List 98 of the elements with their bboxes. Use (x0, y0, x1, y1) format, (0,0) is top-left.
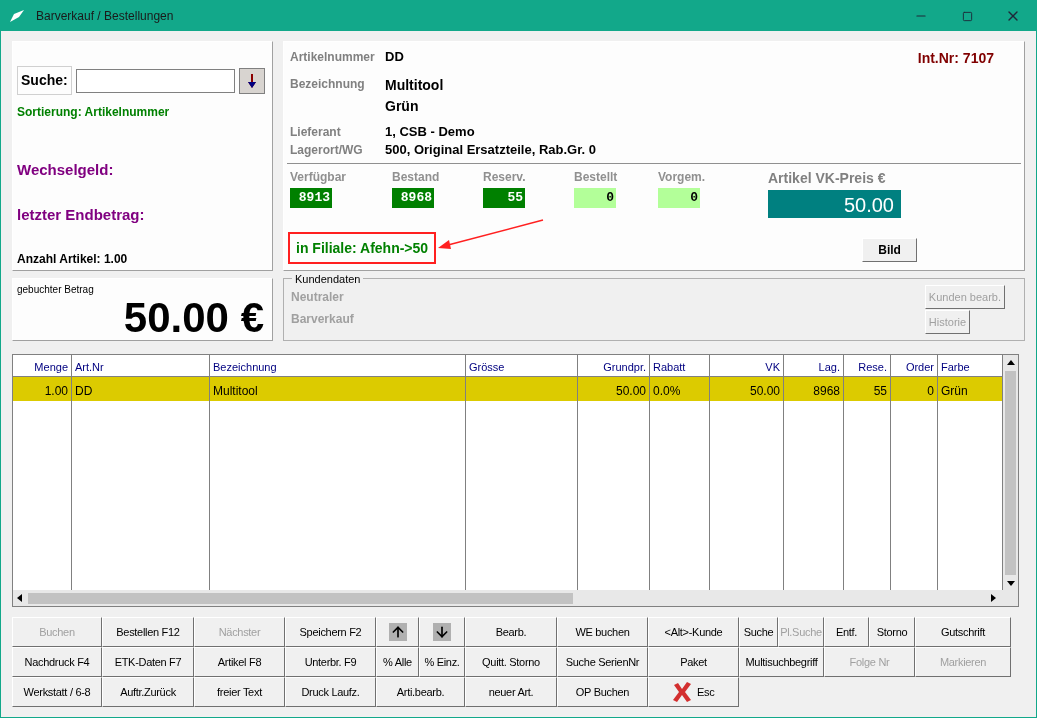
toolbar-button[interactable]: Suche (739, 617, 778, 647)
toolbar-button[interactable]: OP Buchen (557, 677, 648, 707)
toolbar-button[interactable]: WE buchen (557, 617, 648, 647)
column-header[interactable]: Lag. (784, 355, 844, 376)
stock-label: Bestand (392, 169, 441, 186)
scroll-down-icon (1006, 581, 1015, 586)
sort-info: Sortierung: Artikelnummer (17, 104, 171, 121)
scroll-right-icon (991, 594, 996, 602)
column-header[interactable]: Grösse (466, 355, 578, 376)
field-label: Lieferant (290, 124, 342, 141)
customer-line: Barverkauf (291, 311, 355, 328)
toolbar-button[interactable]: Storno (869, 617, 915, 647)
toolbar-button[interactable]: <Alt>-Kunde (648, 617, 739, 647)
vertical-scrollbar[interactable] (1003, 355, 1018, 590)
table-cell: 8968 (784, 377, 844, 401)
price-value: 50.00 (768, 190, 901, 218)
last-total-label: letzter Endbetrag: (17, 204, 146, 225)
table-cell: 55 (844, 377, 891, 401)
column-header[interactable]: Rabatt (650, 355, 710, 376)
column-header[interactable]: Order (891, 355, 938, 376)
toolbar-button[interactable]: Multisuchbegriff (739, 647, 824, 677)
cross-icon (671, 681, 693, 703)
toolbar-button[interactable]: Arti.bearb. (376, 677, 465, 707)
change-label: Wechselgeld: (17, 160, 115, 180)
table-cell: Multitool (210, 377, 466, 401)
toolbar-button[interactable]: Auftr.Zurück (102, 677, 194, 707)
move-up-button[interactable] (376, 617, 419, 647)
stock-label: Bestellt (574, 169, 619, 186)
toolbar-button[interactable]: Unterbr. F9 (285, 647, 376, 677)
table-cell: 0 (891, 377, 938, 401)
column-header[interactable]: Grundpr. (578, 355, 650, 376)
customer-line: Neutraler (291, 289, 345, 306)
search-label: Suche: (17, 66, 72, 95)
booked-label: gebuchter Betrag (17, 283, 95, 297)
field-value: DD (385, 48, 404, 65)
toolbar-button[interactable]: Druck Laufz. (285, 677, 376, 707)
toolbar-button[interactable]: Suche SerienNr (557, 647, 648, 677)
table-row[interactable]: 1.00 DD Multitool 50.00 0.0% 50.00 8968 55 0 Grün (13, 377, 1003, 401)
table-cell: 1.00 (13, 377, 72, 401)
branch-info: in Filiale: Afehn->50 (296, 240, 429, 256)
column-header[interactable]: Bezeichnung (210, 355, 466, 376)
stock-value: 8968 (392, 188, 434, 208)
toolbar-button[interactable]: freier Text (194, 677, 285, 707)
table-cell: 0.0% (650, 377, 710, 401)
toolbar-button[interactable]: Gutschrift (915, 617, 1011, 647)
field-label: Bezeichnung (290, 76, 366, 93)
stock-value: 0 (658, 188, 700, 208)
item-count: Anzahl Artikel: 1.00 (17, 251, 129, 268)
toolbar-button[interactable]: Speichern F2 (285, 617, 376, 647)
table-cell: DD (72, 377, 210, 401)
field-value: 1, CSB - Demo (385, 123, 475, 140)
toolbar-button[interactable]: % Alle (376, 647, 419, 677)
stock-label: Verfügbar (290, 169, 347, 186)
field-label: Artikelnummer (290, 49, 376, 66)
arrow-up-icon (388, 623, 407, 641)
toolbar-button[interactable]: % Einz. (419, 647, 465, 677)
toolbar-button[interactable]: Bestellen F12 (102, 617, 194, 647)
toolbar-button[interactable]: Quitt. Storno (465, 647, 557, 677)
field-value: 500, Original Ersatzteile, Rab.Gr. 0 (385, 141, 596, 158)
toolbar-button[interactable]: Bearb. (465, 617, 557, 647)
booked-amount: 50.00 € (123, 297, 265, 339)
search-field[interactable] (75, 68, 235, 93)
stock-value: 55 (483, 188, 525, 208)
scroll-thumb[interactable] (28, 592, 573, 604)
column-header[interactable]: VK (710, 355, 784, 376)
stock-label: Vorgem. (658, 169, 707, 186)
toolbar-button[interactable]: Werkstatt / 6-8 (12, 677, 102, 707)
table-cell: 50.00 (578, 377, 650, 401)
arrow-down-icon (247, 73, 256, 88)
scroll-left-icon (17, 594, 22, 602)
price-label: Artikel VK-Preis € (768, 169, 887, 188)
horizontal-scrollbar[interactable] (13, 590, 1018, 606)
escape-button[interactable]: Esc (648, 677, 739, 707)
dropdown-button[interactable] (238, 67, 265, 94)
window-title: Barverkauf / Bestellungen (36, 8, 174, 25)
image-button[interactable]: Bild (862, 238, 918, 262)
column-header[interactable]: Art.Nr (72, 355, 210, 376)
toolbar-button[interactable]: Nachdruck F4 (12, 647, 102, 677)
toolbar-button[interactable]: Entf. (824, 617, 869, 647)
toolbar-button[interactable]: Paket (648, 647, 739, 677)
app-logo-icon (10, 10, 24, 22)
column-header[interactable]: Rese. (844, 355, 891, 376)
arrow-down-icon (433, 623, 451, 641)
table-cell: 50.00 (710, 377, 784, 401)
toolbar-button[interactable]: ETK-Daten F7 (102, 647, 194, 677)
field-label: Lagerort/WG (290, 142, 364, 159)
field-value: Grün (385, 97, 420, 116)
column-header[interactable]: Menge (13, 355, 72, 376)
move-down-button[interactable] (419, 617, 465, 647)
field-value: Multitool (385, 76, 444, 95)
stock-value: 0 (574, 188, 616, 208)
stock-value: 8913 (290, 188, 332, 208)
toolbar-button[interactable]: neuer Art. (465, 677, 557, 707)
scroll-up-icon (1006, 360, 1015, 365)
internal-number: Int.Nr: 7107 (917, 49, 994, 68)
stock-label: Reserv. (483, 169, 527, 186)
toolbar-button[interactable]: Artikel F8 (194, 647, 285, 677)
scroll-thumb[interactable] (1005, 371, 1016, 575)
